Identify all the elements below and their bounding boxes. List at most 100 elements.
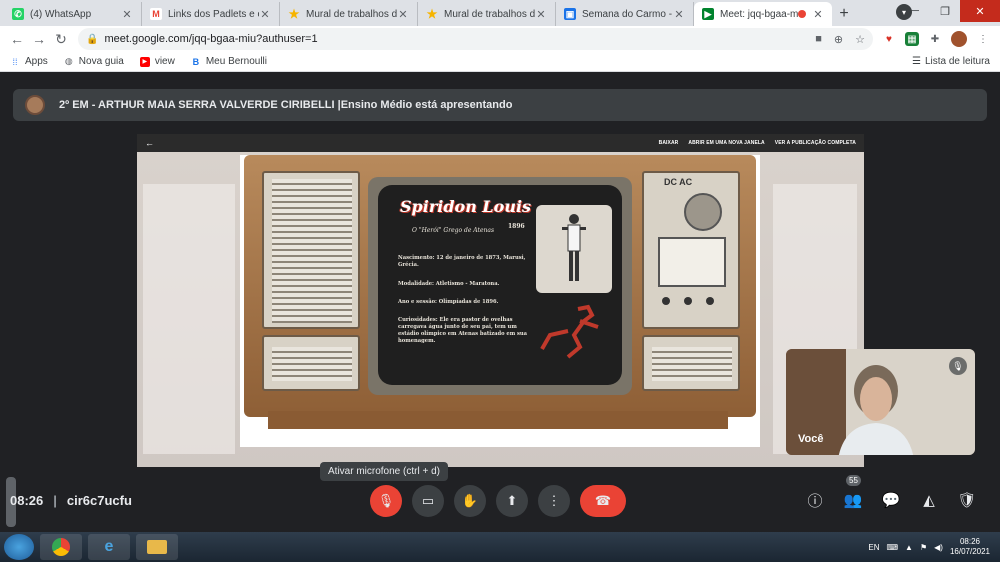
slide-image: Spiridon Louis 1896 O "Herói" Grego de A…: [240, 155, 760, 447]
restore-icon[interactable]: ❐: [930, 0, 960, 22]
reading-list-icon: ☰: [911, 56, 921, 67]
internet-explorer-icon: e: [104, 538, 114, 555]
zoom-icon[interactable]: ⊕: [834, 33, 843, 46]
account-icon: ▣: [564, 8, 576, 20]
language-indicator[interactable]: EN: [868, 543, 879, 552]
close-tab-icon[interactable]: ✕: [397, 8, 409, 21]
address-bar[interactable]: 🔒 meet.google.com/jqq-bgaa-miu?authuser=…: [78, 28, 873, 50]
tab-semana-carmo[interactable]: ▣ Semana do Carmo - 2º ✕: [556, 2, 694, 26]
slide-year: 1896: [508, 223, 525, 230]
tv-left-speaker: [262, 335, 360, 391]
bookmark-meu-bernoulli[interactable]: B Meu Bernoulli: [191, 56, 267, 67]
camera-button[interactable]: ▭: [412, 485, 444, 517]
start-button[interactable]: [4, 534, 34, 560]
window-controls: ─ ❐ ✕: [900, 0, 1000, 22]
open-new-window-action[interactable]: ABRIR EM UMA NOVA JANELA: [688, 140, 764, 146]
whatsapp-icon: ✆: [12, 8, 24, 20]
tab-label: Mural de trabalhos do: [306, 8, 397, 20]
participants-button[interactable]: 55 👥: [842, 475, 864, 511]
sheets-extension-icon[interactable]: ▦: [905, 32, 919, 46]
meeting-side-controls: ⓘ 55 👥 💬 ◭ 🛡: [804, 475, 978, 511]
tab-label: Mural de trabalhos do: [444, 8, 535, 20]
tv-stand: [268, 411, 728, 429]
apps-icon: ⁞⁞: [12, 56, 18, 67]
download-action[interactable]: BAIXAR: [659, 140, 679, 146]
bookmark-star-icon[interactable]: ☆: [855, 33, 865, 46]
tv-screen: Spiridon Louis 1896 O "Herói" Grego de A…: [378, 185, 622, 385]
microphone-button[interactable]: 🎙: [370, 485, 402, 517]
close-tab-icon[interactable]: ✕: [121, 8, 133, 21]
reload-icon[interactable]: ↻: [50, 28, 72, 50]
meeting-info-button[interactable]: ⓘ: [804, 489, 826, 511]
close-tab-icon[interactable]: ✕: [259, 8, 271, 21]
tab-mural-2[interactable]: ★ Mural de trabalhos do ✕: [418, 2, 556, 26]
call-controls: 🎙 ▭ ✋ ⬆ ⋮ ☎: [370, 485, 626, 517]
tab-whatsapp[interactable]: ✆ (4) WhatsApp ✕: [4, 2, 142, 26]
close-tab-icon[interactable]: ✕: [673, 8, 685, 21]
gmail-icon: M: [150, 8, 162, 20]
lock-icon[interactable]: 🔒: [86, 34, 98, 45]
url-text: meet.google.com/jqq-bgaa-miu?authuser=1: [104, 33, 318, 45]
bookmark-apps[interactable]: ⁞⁞ Apps: [10, 56, 48, 67]
tv-grille: [272, 179, 352, 323]
taskbar-explorer[interactable]: [136, 534, 178, 560]
present-button[interactable]: ⬆: [496, 485, 528, 517]
profile-avatar[interactable]: [951, 31, 967, 47]
flag-icon[interactable]: ⚑: [920, 543, 927, 552]
chat-button[interactable]: 💬: [880, 489, 902, 511]
athlete-photo: [536, 205, 612, 293]
back-arrow-icon[interactable]: ←: [145, 138, 154, 148]
tv-cabinet: Spiridon Louis 1896 O "Herói" Grego de A…: [244, 155, 756, 417]
network-icon[interactable]: ▲: [905, 543, 913, 552]
close-tab-icon[interactable]: ✕: [812, 8, 824, 21]
minimize-icon[interactable]: ─: [900, 0, 930, 22]
tab-label: Links dos Padlets e orie: [168, 8, 259, 20]
tab-mural-1[interactable]: ★ Mural de trabalhos do ✕: [280, 2, 418, 26]
forward-icon[interactable]: →: [28, 28, 50, 50]
mic-tooltip: Ativar microfone (ctrl + d): [320, 462, 448, 481]
camera-icon[interactable]: ■: [815, 33, 822, 45]
tv-screen-frame: Spiridon Louis 1896 O "Herói" Grego de A…: [368, 177, 632, 395]
host-controls-button[interactable]: 🛡: [956, 489, 978, 511]
close-tab-icon[interactable]: ✕: [535, 8, 547, 21]
bookmark-view[interactable]: ▶ view: [139, 56, 175, 67]
volume-icon[interactable]: ◀): [934, 543, 943, 552]
back-icon[interactable]: ←: [6, 28, 28, 50]
tab-links-padlets[interactable]: M Links dos Padlets e orie ✕: [142, 2, 280, 26]
taskbar-ie[interactable]: e: [88, 534, 130, 560]
slide-paragraph: Nascimento: 12 de janeiro de 1873, Marus…: [398, 255, 526, 268]
extensions-puzzle-icon[interactable]: ✚: [925, 29, 945, 49]
bookmark-label: Nova guia: [78, 56, 124, 67]
raise-hand-button[interactable]: ✋: [454, 485, 486, 517]
padlet-star-icon: ★: [288, 7, 300, 21]
self-view-label: Você: [798, 433, 824, 445]
chrome-icon: [52, 538, 70, 556]
leave-call-button[interactable]: ☎: [580, 485, 626, 517]
activities-button[interactable]: ◭: [918, 489, 940, 511]
tray-clock[interactable]: 08:26 16/07/2021: [950, 537, 990, 557]
windows-taskbar: e EN ⌨ ▲ ⚑ ◀) 08:26 16/07/2021: [0, 532, 1000, 562]
tab-meet[interactable]: ▶ Meet: jqq-bgaa-miu ✕: [694, 2, 832, 26]
shield-icon: 🛡: [957, 492, 977, 509]
tv-grille: [272, 347, 352, 381]
people-icon: 👥: [843, 492, 863, 509]
slide-title: Spiridon Louis: [400, 197, 532, 216]
close-window-icon[interactable]: ✕: [960, 0, 1000, 22]
new-tab-button[interactable]: +: [832, 2, 856, 26]
youtube-icon: ▶: [139, 56, 150, 67]
extension-icon[interactable]: ♥: [879, 29, 899, 49]
bookmark-label: Apps: [25, 56, 48, 67]
hang-up-icon: ☎: [594, 493, 612, 508]
view-full-post-action[interactable]: VER A PUBLICAÇÃO COMPLETA: [775, 140, 856, 146]
bookmark-nova-guia[interactable]: ◍ Nova guia: [64, 56, 124, 67]
more-options-button[interactable]: ⋮: [538, 485, 570, 517]
reading-list[interactable]: ☰ Lista de leitura: [912, 56, 990, 67]
taskbar-chrome[interactable]: [40, 534, 82, 560]
menu-dots-icon[interactable]: ⋮: [973, 29, 993, 49]
avatar: [25, 95, 45, 115]
self-view-tile[interactable]: Você 🎙: [786, 349, 975, 455]
tray-time: 08:26: [959, 537, 980, 546]
keyboard-icon[interactable]: ⌨: [886, 543, 898, 552]
tv-knob: [706, 297, 714, 305]
tray-date: 16/07/2021: [949, 547, 990, 556]
